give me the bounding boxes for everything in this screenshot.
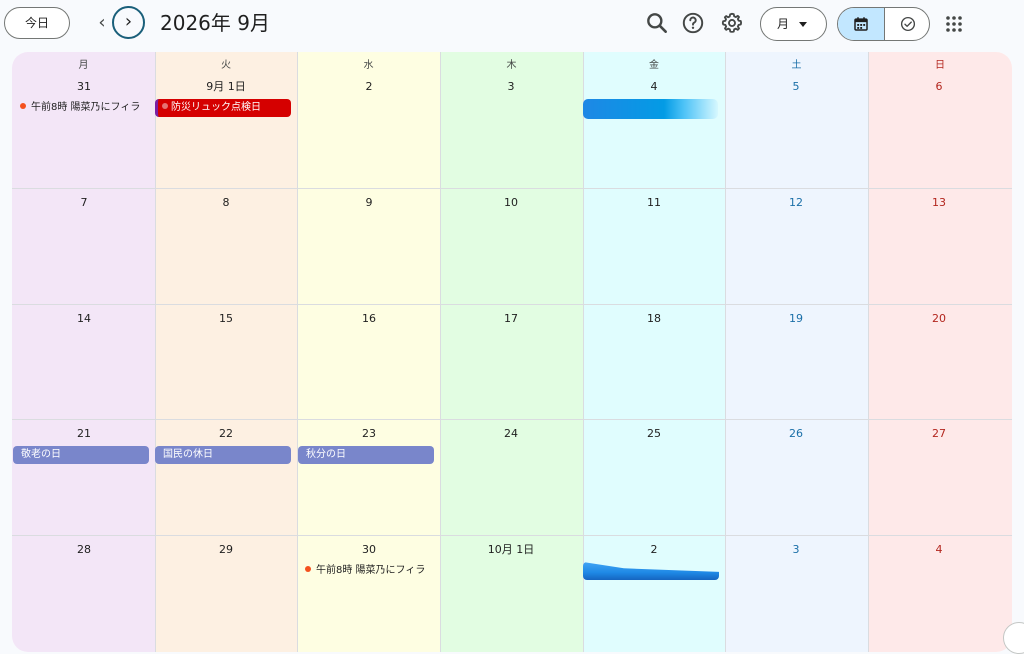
column-tuesday: 火	[155, 52, 297, 652]
weekday-header: 土	[791, 60, 802, 71]
date-number[interactable]: 11	[583, 195, 725, 211]
date-number[interactable]: 20	[868, 311, 1010, 327]
date-number[interactable]: 10月 1日	[440, 542, 582, 558]
weekday-header: 日	[935, 60, 945, 71]
column-wednesday: 水	[297, 52, 440, 652]
date-number[interactable]: 9月 1日	[155, 79, 297, 95]
weekday-header: 水	[363, 60, 374, 71]
column-monday: 月	[12, 52, 155, 652]
event-title: 午前8時 陽菜乃にフィラ	[31, 102, 141, 113]
date-number[interactable]: 3	[440, 79, 582, 95]
day-divider	[583, 52, 584, 652]
event-all-day[interactable]: 防災リュック点検日	[155, 99, 291, 117]
day-divider	[440, 52, 441, 652]
date-number[interactable]: 31	[13, 79, 155, 95]
date-number[interactable]: 23	[298, 426, 440, 442]
event-holiday[interactable]: 敬老の日	[13, 446, 149, 464]
date-number[interactable]: 4	[583, 79, 725, 95]
date-number[interactable]: 30	[298, 542, 440, 558]
event-blurred[interactable]	[583, 99, 718, 119]
date-number[interactable]: 12	[725, 195, 867, 211]
week-divider	[12, 535, 1012, 536]
date-number[interactable]: 4	[868, 542, 1010, 558]
weekday-header: 木	[506, 60, 517, 71]
date-number[interactable]: 8	[155, 195, 297, 211]
date-number[interactable]: 7	[13, 195, 155, 211]
date-number[interactable]: 3	[725, 542, 867, 558]
day-divider	[868, 52, 869, 652]
event-holiday[interactable]: 秋分の日	[298, 446, 434, 464]
day-divider	[297, 52, 298, 652]
date-number[interactable]: 26	[725, 426, 867, 442]
date-number[interactable]: 15	[155, 311, 297, 327]
day-divider	[155, 52, 156, 652]
month-grid: 月 火 水 木 金 土 日 31 9月 1日 2 3 4 5 6 7 8 9 1…	[12, 52, 1012, 652]
date-number[interactable]: 27	[868, 426, 1010, 442]
week-divider	[12, 419, 1012, 420]
today-button[interactable]: 今日	[4, 7, 70, 39]
chevron-down-icon	[799, 22, 807, 27]
date-number[interactable]: 13	[868, 195, 1010, 211]
previous-month-button[interactable]: ‹	[90, 10, 114, 36]
day-divider	[725, 52, 726, 652]
date-number[interactable]: 17	[440, 311, 582, 327]
task-check-icon	[900, 16, 916, 32]
date-number[interactable]: 19	[725, 311, 867, 327]
column-friday: 金	[583, 52, 725, 652]
column-thursday: 木	[440, 52, 583, 652]
date-number[interactable]: 2	[298, 79, 440, 95]
calendar-tasks-toggle	[837, 7, 930, 41]
event-color-dot	[305, 566, 311, 572]
date-number[interactable]: 14	[13, 311, 155, 327]
week-divider	[12, 304, 1012, 305]
apps-grid-icon[interactable]	[944, 14, 964, 34]
view-selector-label: 月	[777, 17, 790, 31]
page-title: 2026年 9月	[160, 11, 270, 35]
column-saturday: 土	[725, 52, 868, 652]
help-icon[interactable]	[680, 10, 706, 36]
date-number[interactable]: 16	[298, 311, 440, 327]
date-number[interactable]: 21	[13, 426, 155, 442]
date-number[interactable]: 24	[440, 426, 582, 442]
date-number[interactable]: 28	[13, 542, 155, 558]
event-holiday[interactable]: 国民の休日	[155, 446, 291, 464]
column-sunday: 日	[868, 52, 1012, 652]
calendar-icon	[854, 17, 868, 31]
event-timed[interactable]: 午前8時 陽菜乃にフィラ	[305, 564, 425, 578]
date-number[interactable]: 10	[440, 195, 582, 211]
tasks-view-button[interactable]	[885, 8, 929, 40]
event-timed[interactable]: 午前8時 陽菜乃にフィラ	[20, 101, 140, 115]
week-divider	[12, 188, 1012, 189]
calendar-view-button[interactable]	[838, 8, 885, 40]
view-selector-dropdown[interactable]: 月	[760, 7, 827, 41]
weekday-header: 月	[78, 60, 89, 71]
date-number[interactable]: 6	[868, 79, 1010, 95]
date-number[interactable]: 22	[155, 426, 297, 442]
date-number[interactable]: 5	[725, 79, 867, 95]
weekday-header: 金	[649, 60, 659, 71]
event-color-dot	[162, 103, 168, 109]
event-title: 防災リュック点検日	[171, 102, 261, 113]
date-number[interactable]: 25	[583, 426, 725, 442]
date-number[interactable]: 18	[583, 311, 725, 327]
date-number[interactable]: 29	[155, 542, 297, 558]
date-number[interactable]: 9	[298, 195, 440, 211]
search-icon[interactable]	[644, 10, 670, 36]
next-month-button[interactable]: ›	[112, 6, 145, 39]
event-color-dot	[20, 103, 26, 109]
settings-gear-icon[interactable]	[719, 10, 745, 36]
top-bar: 今日 ‹ › 2026年 9月 月	[0, 0, 1024, 48]
weekday-header: 火	[221, 60, 231, 71]
event-title: 午前8時 陽菜乃にフィラ	[316, 565, 426, 576]
date-number[interactable]: 2	[583, 542, 725, 558]
